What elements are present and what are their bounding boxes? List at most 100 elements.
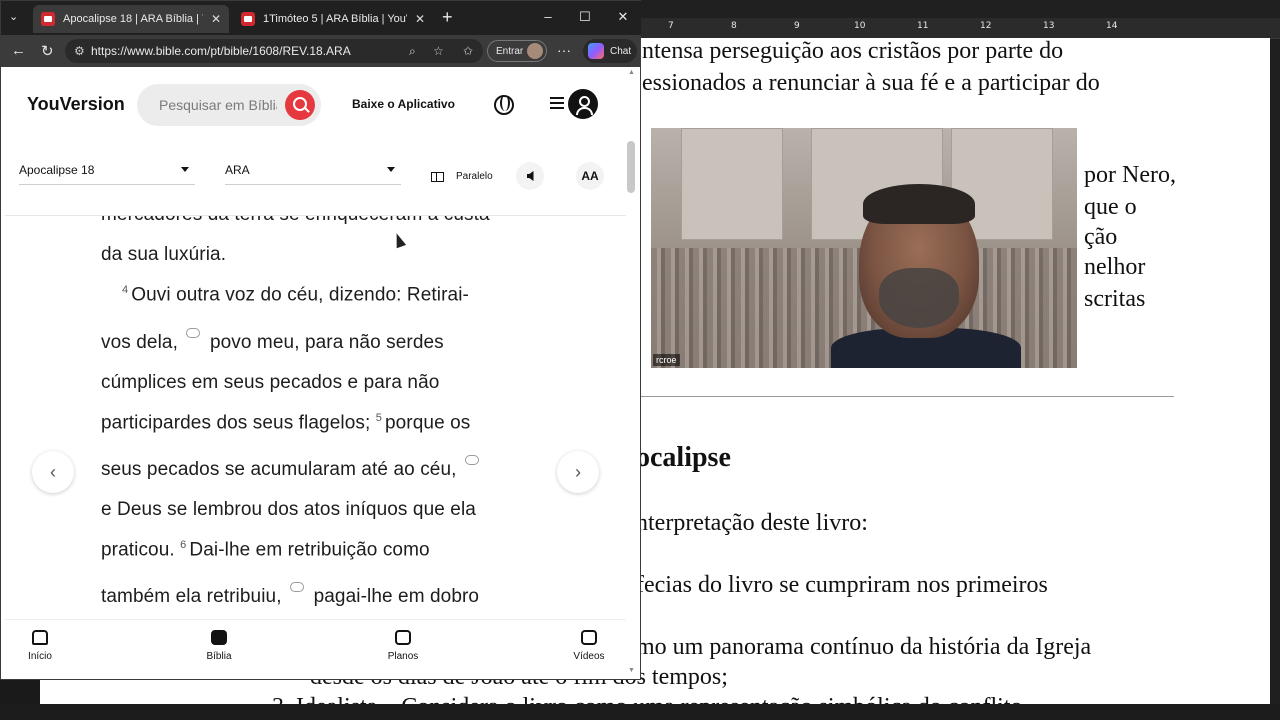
next-chapter-button[interactable]: › (557, 451, 599, 493)
tab-list-icon[interactable]: ⌄ (9, 10, 18, 23)
chevron-down-icon (181, 167, 189, 172)
url-field[interactable]: ⚙ https://www.bible.com/pt/bible/1608/RE… (65, 39, 483, 63)
nav-label: Vídeos (573, 651, 605, 662)
avatar (527, 43, 543, 59)
bottom-navigation: Início Bíblia Planos Vídeos (5, 619, 626, 679)
videos-icon (581, 630, 597, 645)
document-line: essionados a renunciar à sua fé e a part… (642, 70, 1100, 96)
ruler-number: 13 (1043, 21, 1055, 31)
document-line: ntensa perseguição aos cristãos por part… (642, 38, 1064, 64)
parallel-label: Paralelo (456, 171, 493, 182)
parallel-button[interactable]: Paralelo (431, 171, 493, 182)
tab-label: Apocalipse 18 | ARA Bíblia | YouVe (63, 13, 203, 25)
maximize-icon[interactable]: ☐ (575, 9, 595, 25)
verse-number: 5 (375, 412, 382, 424)
site-info-icon[interactable]: ⚙ (74, 44, 85, 58)
audio-button[interactable] (516, 162, 544, 190)
tab-timoteo[interactable]: 1Timóteo 5 | ARA Bíblia | YouVersi ✕ (233, 5, 433, 33)
close-window-icon[interactable]: ✕ (613, 9, 633, 25)
youversion-page: YouVersion Pesquisar em Bíblia Baixe o A… (5, 67, 626, 679)
nav-videos[interactable]: Vídeos (554, 630, 624, 662)
sign-in-label: Entrar (496, 45, 524, 57)
nav-home[interactable]: Início (5, 630, 75, 662)
document-line: por Nero, (1084, 162, 1176, 188)
close-tab-icon[interactable]: ✕ (415, 12, 425, 26)
ruler: 7 8 9 10 11 12 13 14 (640, 18, 1280, 39)
more-options-icon[interactable]: ··· (557, 42, 571, 58)
download-app-link[interactable]: Baixe o Aplicativo (352, 97, 455, 111)
verse-number: 6 (180, 539, 187, 551)
reader-controls: Apocalipse 18 ARA Paralelo AA (5, 147, 626, 216)
book-selector[interactable]: Apocalipse 18 (19, 163, 195, 185)
menu-icon[interactable] (550, 97, 564, 109)
video-call-tile[interactable]: rcroe (651, 128, 1077, 368)
tab-label: 1Timóteo 5 | ARA Bíblia | YouVersi (263, 13, 407, 25)
nav-bible[interactable]: Bíblia (184, 630, 254, 662)
document-line: 3. Idealista – Considera o livro como um… (272, 694, 1022, 704)
note-icon[interactable] (464, 455, 479, 465)
globe-icon[interactable] (494, 95, 514, 115)
verse-text: e Deus se lembrou dos atos iníquos que e… (101, 499, 476, 520)
close-tab-icon[interactable]: ✕ (211, 12, 221, 26)
verse-text: pagai-lhe em dobro (313, 586, 480, 607)
sign-in-button[interactable]: Entrar (487, 40, 547, 62)
user-icon[interactable] (568, 89, 598, 119)
font-size-label: AA (581, 169, 599, 183)
cabinet (681, 128, 783, 240)
document-line: ção (1084, 224, 1118, 250)
verse-line: 4 Ouvi outra voz do céu, dizendo: Retirai… (122, 284, 469, 306)
verse-text: da sua luxúria. (101, 244, 227, 265)
refresh-icon[interactable]: ↻ (41, 42, 54, 60)
previous-chapter-button[interactable]: ‹ (32, 451, 74, 493)
copilot-icon (588, 43, 604, 59)
ruler-number: 12 (980, 21, 992, 31)
verse-text: também ela retribuiu, (101, 586, 282, 607)
scroll-down-icon[interactable]: ▼ (628, 667, 635, 674)
nav-plans[interactable]: Planos (368, 630, 438, 662)
favorite-star-icon[interactable]: ☆ (433, 44, 444, 58)
search-input[interactable]: Pesquisar em Bíblia (137, 84, 321, 126)
ruler-number: 10 (854, 21, 866, 31)
version-selector-value: ARA (225, 163, 250, 177)
verse-line: seus pecados se acumularam até ao céu, (101, 455, 489, 481)
verse-text: cúmplices em seus pecados e para não (101, 372, 440, 393)
bible-favicon-icon (41, 12, 55, 26)
nav-label: Bíblia (206, 651, 232, 662)
verse-line: mercadores da terra se enriqueceram à cu… (101, 216, 490, 226)
youversion-logo[interactable]: YouVersion (27, 94, 125, 115)
nav-label: Planos (387, 651, 419, 662)
participant-name: rcroe (653, 354, 680, 366)
ruler-number: 14 (1106, 21, 1118, 31)
taskbar-strip (0, 704, 1280, 720)
copilot-chat-button[interactable]: Chat (583, 39, 637, 63)
tab-bar: ⌄ Apocalipse 18 | ARA Bíblia | YouVe ✕ 1… (1, 1, 641, 35)
verse-text: Ouvi outra voz do céu, dizendo: Retirai- (131, 284, 469, 306)
ruler-number: 11 (917, 21, 929, 31)
back-icon[interactable]: ← (11, 42, 26, 59)
horizontal-rule (640, 396, 1174, 397)
document-line: nelhor (1084, 254, 1146, 280)
verse-text: mercadores da terra se enriqueceram à cu… (101, 216, 490, 225)
chat-label: Chat (610, 45, 632, 57)
search-icon[interactable] (285, 90, 315, 120)
note-icon[interactable] (289, 582, 304, 592)
verse-number: 4 (122, 284, 129, 296)
document-heading: ocalipse (636, 442, 731, 473)
font-size-button[interactable]: AA (576, 162, 604, 190)
version-selector[interactable]: ARA (225, 163, 401, 185)
favorites-icon[interactable]: ✩ (463, 44, 473, 58)
participant-beard (879, 268, 959, 328)
tab-apocalipse[interactable]: Apocalipse 18 | ARA Bíblia | YouVe ✕ (33, 5, 229, 33)
ruler-number: 8 (731, 21, 737, 31)
verse-text: seus pecados se acumularam até ao céu, (101, 459, 457, 480)
note-icon[interactable] (185, 328, 200, 338)
document-line: nterpretação deste livro: (636, 510, 868, 536)
verse-text: povo meu, para não serdes (209, 332, 444, 353)
minimize-icon[interactable]: – (538, 9, 558, 24)
scrollbar-thumb[interactable] (627, 141, 635, 193)
participant-hair (863, 184, 975, 224)
verse-line: da sua luxúria. (101, 244, 226, 266)
zoom-icon[interactable]: ⌕ (409, 44, 416, 59)
new-tab-icon[interactable]: + (442, 7, 453, 28)
scroll-up-icon[interactable]: ▲ (628, 69, 635, 76)
